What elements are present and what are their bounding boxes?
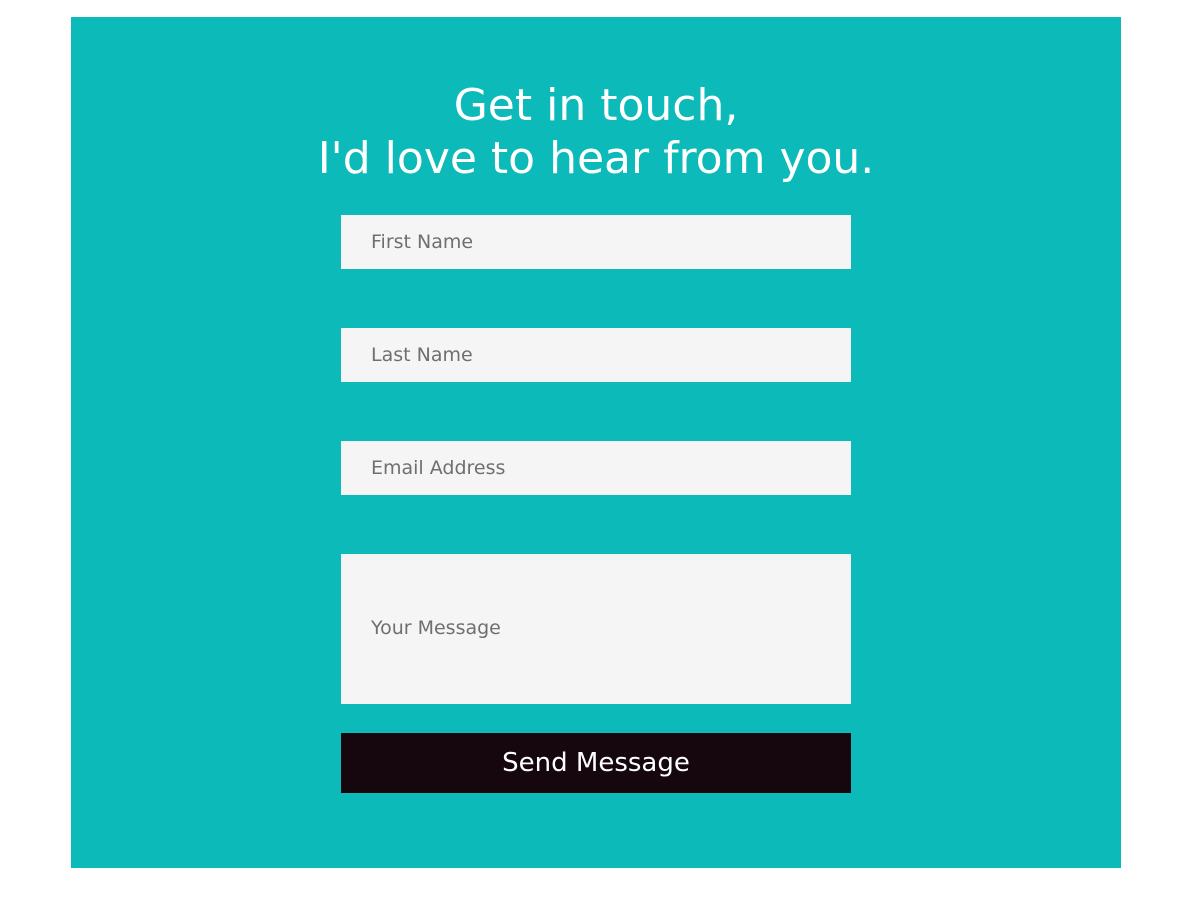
last-name-input[interactable] — [341, 328, 851, 382]
email-input[interactable] — [341, 441, 851, 495]
message-textarea[interactable] — [341, 554, 851, 704]
send-message-button[interactable]: Send Message — [341, 733, 851, 793]
page-title: Get in touch, I'd love to hear from you. — [71, 79, 1121, 185]
contact-panel: Get in touch, I'd love to hear from you.… — [71, 17, 1121, 868]
title-line-1: Get in touch, — [453, 80, 739, 131]
first-name-input[interactable] — [341, 215, 851, 269]
title-line-2: I'd love to hear from you. — [317, 133, 875, 184]
